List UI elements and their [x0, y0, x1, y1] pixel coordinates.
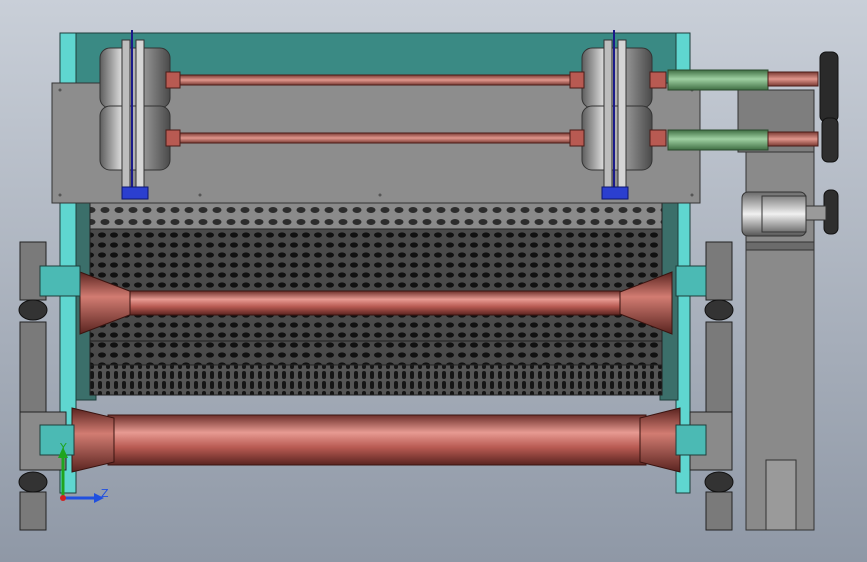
bearing-block-left[interactable] — [121, 186, 149, 200]
drive-sleeve-2[interactable] — [667, 129, 769, 151]
upper-shaft-1[interactable] — [174, 74, 586, 86]
drive-column-band — [745, 241, 815, 251]
middle-roller-shaft[interactable] — [129, 290, 621, 316]
motor-body[interactable] — [741, 191, 807, 237]
drive-column-foot — [765, 459, 797, 531]
bottom-roller-cone-left[interactable] — [71, 407, 115, 473]
bottom-roller-cone-right[interactable] — [639, 407, 681, 473]
screen-mesh-bottom[interactable] — [89, 364, 663, 396]
sheave-pulley-bottom[interactable] — [821, 117, 839, 163]
drive-sleeve-1[interactable] — [667, 69, 769, 91]
cad-viewport[interactable]: Y Z — [0, 0, 867, 562]
x-axis-dot — [60, 495, 66, 501]
motor-shaft — [805, 205, 827, 221]
screen-mesh-top[interactable] — [89, 202, 663, 230]
sheave-pulley-top[interactable] — [819, 51, 839, 123]
upper-shaft-2[interactable] — [174, 132, 586, 144]
model-view[interactable]: Y Z — [0, 0, 867, 562]
y-axis-label: Y — [59, 441, 67, 454]
z-axis-label: Z — [101, 487, 109, 500]
drive-shaft-2[interactable] — [767, 131, 819, 147]
drive-shaft-1[interactable] — [767, 71, 819, 87]
screen-mesh-middle[interactable] — [89, 228, 663, 342]
bottom-roller-shaft[interactable] — [107, 414, 647, 466]
bearing-block-right[interactable] — [601, 186, 629, 200]
bottom-roller-assembly[interactable] — [71, 407, 681, 473]
screen-mesh-lower[interactable] — [89, 340, 663, 366]
left-pulley-stack[interactable] — [99, 30, 181, 191]
